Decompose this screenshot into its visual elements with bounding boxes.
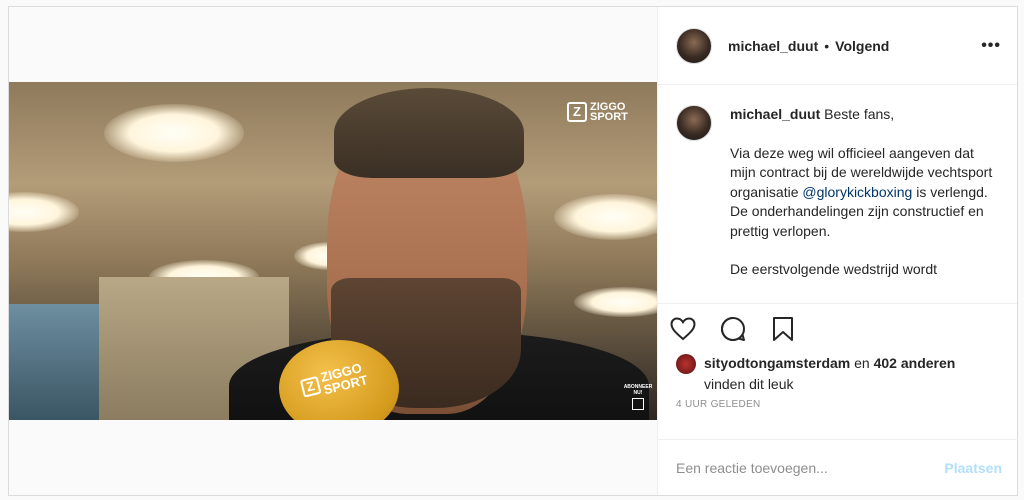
follow-status-button[interactable]: Volgend (835, 38, 889, 54)
caption-text: michael_duut Beste fans, Via deze weg wi… (730, 105, 998, 303)
window (9, 304, 99, 420)
header-username[interactable]: michael_duut (728, 38, 818, 54)
media-area: Z ZIGGO SPORT Z ZIGGO SPORT ABONNEER NU! (9, 7, 657, 495)
post-comment-button[interactable]: Plaatsen (944, 460, 1002, 476)
others-likes-link[interactable]: 402 anderen (874, 355, 956, 371)
ziggo-z-icon: Z (299, 375, 322, 398)
ziggo-z-small-icon (632, 398, 644, 410)
likes-text: sityodtongamsterdam en 402 anderen vinde… (704, 353, 955, 395)
more-options-icon[interactable]: ••• (981, 37, 1001, 55)
avatar[interactable] (676, 27, 712, 64)
likes-summary: sityodtongamsterdam en 402 anderen vinde… (658, 353, 1017, 395)
caption-para2: De eerstvolgende wedstrijd wordt (730, 261, 937, 277)
likes-connector: en (854, 355, 870, 371)
post-header: michael_duut • Volgend ••• (658, 7, 1017, 85)
caption-intro: Beste fans, (824, 106, 895, 122)
comment-input[interactable] (676, 459, 945, 476)
subscribe-line2: NU! (633, 390, 643, 396)
first-liker-link[interactable]: sityodtongamsterdam (704, 355, 850, 371)
post-sidebar: michael_duut • Volgend ••• michael_duut … (657, 7, 1018, 495)
caption: michael_duut Beste fans, Via deze weg wi… (658, 85, 1017, 303)
post-timestamp[interactable]: 4 UUR GELEDEN (658, 395, 1017, 410)
ceiling-light (9, 192, 79, 232)
person-hair (334, 88, 524, 178)
caption-username[interactable]: michael_duut (730, 106, 820, 122)
ziggo-z-icon: Z (567, 102, 587, 122)
ceiling-light (104, 104, 244, 162)
ceiling-light (554, 194, 657, 240)
instagram-post: Z ZIGGO SPORT Z ZIGGO SPORT ABONNEER NU! (8, 6, 1018, 496)
subscribe-tag: ABONNEER NU! (623, 384, 653, 412)
mention-link[interactable]: @glorykickboxing (802, 184, 912, 200)
avatar[interactable] (676, 105, 712, 141)
broadcaster-logo: Z ZIGGO SPORT (567, 102, 628, 123)
comment-form: Plaatsen (658, 439, 1018, 495)
bookmark-icon[interactable] (768, 314, 798, 344)
comment-icon[interactable] (718, 314, 748, 344)
post-video[interactable]: Z ZIGGO SPORT Z ZIGGO SPORT ABONNEER NU! (9, 82, 657, 420)
brand-line2: SPORT (590, 111, 628, 123)
ceiling-light (574, 287, 657, 317)
likes-suffix: vinden dit leuk (704, 376, 794, 392)
heart-icon[interactable] (668, 314, 698, 344)
separator-dot: • (824, 37, 830, 54)
action-bar (658, 303, 1017, 353)
liker-avatar[interactable] (676, 354, 696, 374)
